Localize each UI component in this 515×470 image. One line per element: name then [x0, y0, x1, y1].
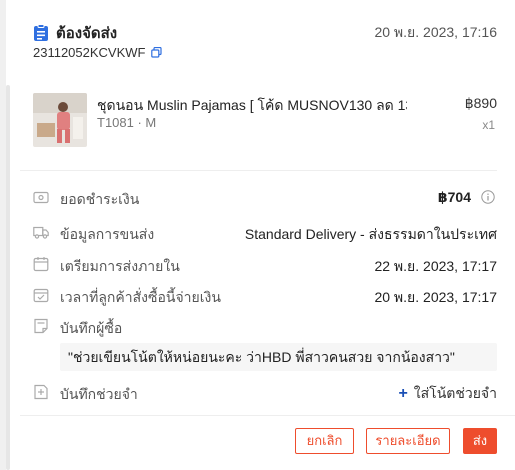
actions-divider [20, 415, 515, 416]
paid-row: เวลาที่ลูกค้าสั่งซื้อนี้จ่ายเงิน 20 พ.ย.… [33, 285, 497, 307]
buyer-note-label: บันทึกผู้ซื้อ [60, 320, 123, 336]
truck-icon [33, 226, 49, 239]
calendar-icon [33, 257, 49, 272]
order-date: 20 พ.ย. 2023, 17:16 [374, 24, 497, 40]
payment-amount: ฿704 [437, 189, 471, 205]
info-icon[interactable] [481, 190, 495, 204]
clipboard-icon [34, 24, 48, 41]
scrollbar-thumb[interactable] [6, 85, 10, 470]
shipping-label: ข้อมูลการขนส่ง [60, 226, 155, 242]
note-icon [34, 318, 48, 334]
payment-label: ยอดชำระเงิน [60, 191, 140, 207]
prepare-value: 22 พ.ย. 2023, 17:17 [374, 258, 497, 274]
product-thumbnail[interactable] [33, 93, 87, 147]
payment-row: ยอดชำระเงิน ฿704 [33, 187, 497, 209]
section-divider [20, 170, 497, 171]
order-status: ต้องจัดส่ง [56, 25, 118, 42]
paid-label: เวลาที่ลูกค้าสั่งซื้อนี้จ่ายเงิน [60, 289, 221, 305]
prepare-row: เตรียมการส่งภายใน 22 พ.ย. 2023, 17:17 [33, 254, 497, 276]
memo-icon [34, 384, 48, 400]
cancel-button[interactable]: ยกเลิก [295, 428, 354, 454]
shipping-row: ข้อมูลการขนส่ง Standard Delivery - ส่งธร… [33, 222, 497, 244]
product-variant: T1081 · M [97, 115, 157, 130]
add-note-button[interactable]: + ใส่โน้ตช่วยจำ [398, 383, 497, 405]
shipping-value: Standard Delivery - ส่งธรรมดาในประเทศ [244, 226, 497, 242]
details-button[interactable]: รายละเอียด [366, 428, 450, 454]
order-card: ต้องจัดส่ง 20 พ.ย. 2023, 17:16 23112052K… [0, 0, 515, 470]
status-wrap: ต้องจัดส่ง [33, 21, 117, 45]
order-header: ต้องจัดส่ง 20 พ.ย. 2023, 17:16 [33, 20, 497, 42]
cash-icon [33, 191, 49, 204]
seller-note-row: บันทึกช่วยจำ + ใส่โน้ตช่วยจำ [33, 382, 497, 404]
add-note-label: ใส่โน้ตช่วยจำ [413, 385, 497, 401]
paid-value: 20 พ.ย. 2023, 17:17 [374, 289, 497, 305]
buyer-note-row: บันทึกผู้ซื้อ [33, 316, 497, 338]
buyer-note-text: "ช่วยเขียนโน้ตให้หน่อยนะคะ ว่าHBD พี่สาว… [60, 343, 497, 371]
ship-button[interactable]: ส่ง [463, 428, 497, 454]
product-quantity: x1 [482, 118, 495, 132]
prepare-label: เตรียมการส่งภายใน [60, 258, 180, 274]
seller-note-label: บันทึกช่วยจำ [60, 386, 138, 402]
product-price: ฿890 [464, 95, 497, 111]
product-row[interactable]: ชุดนอน Muslin Pajamas [ โค้ด MUSNOV130 ล… [33, 93, 497, 149]
plus-icon: + [398, 385, 408, 402]
calendar-check-icon [33, 288, 49, 303]
product-name[interactable]: ชุดนอน Muslin Pajamas [ โค้ด MUSNOV130 ล… [97, 95, 407, 117]
copy-icon[interactable] [150, 47, 162, 58]
order-id-row: 23112052KCVKWF [33, 45, 162, 60]
order-id: 23112052KCVKWF [33, 45, 146, 60]
